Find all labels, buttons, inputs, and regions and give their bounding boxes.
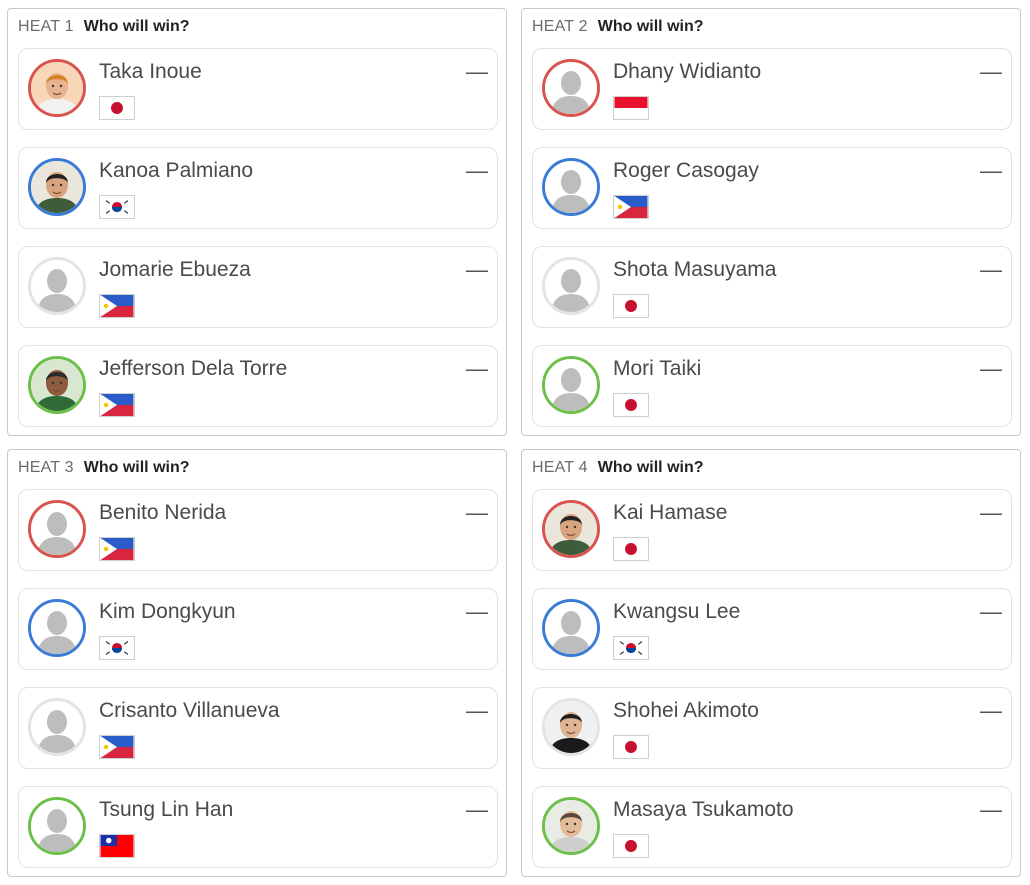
surfer-card[interactable]: Jefferson Dela Torre — [18,345,498,427]
surfer-name: Shota Masuyama [613,258,777,281]
heat-panel-3: HEAT 3 Who will win? Benito Nerida — Kim Don… [7,449,507,877]
heat-header: HEAT 2 Who will win? [532,18,704,36]
surfer-name: Kim Dongkyun [99,600,236,623]
prediction-score: — [466,356,488,381]
surfer-card[interactable]: Shohei Akimoto — [532,687,1012,769]
surfer-card[interactable]: Dhany Widianto — [532,48,1012,130]
surfer-card[interactable]: Taka Inoue — [18,48,498,130]
surfer-name: Benito Nerida [99,501,227,524]
prediction-score: — [980,500,1002,525]
surfer-card[interactable]: Kanoa Palmiano — [18,147,498,229]
philippines-flag-icon [99,393,135,417]
surfer-avatar [28,500,86,558]
surfer-name: Jefferson Dela Torre [99,357,288,380]
philippines-flag-icon [99,735,135,759]
prediction-score: — [466,158,488,183]
surfer-avatar [542,797,600,855]
surfer-card[interactable]: Kai Hamase — [532,489,1012,571]
surfer-avatar [542,59,600,117]
japan-flag-icon [613,294,649,318]
japan-flag-icon [613,537,649,561]
surfer-avatar [542,356,600,414]
prediction-score: — [980,59,1002,84]
surfer-name: Jomarie Ebueza [99,258,251,281]
prediction-score: — [980,257,1002,282]
surfer-name: Taka Inoue [99,60,202,83]
surfer-name: Tsung Lin Han [99,798,234,821]
surfer-avatar [542,698,600,756]
japan-flag-icon [613,834,649,858]
surfer-avatar [28,158,86,216]
heat-panel-2: HEAT 2 Who will win? Dhany Widianto — Roger … [521,8,1021,436]
korea-flag-icon [99,195,135,219]
prediction-score: — [980,356,1002,381]
korea-flag-icon [99,636,135,660]
surfer-avatar [28,257,86,315]
surfer-avatar [28,698,86,756]
prediction-score: — [466,797,488,822]
prediction-score: — [980,797,1002,822]
surfer-avatar [28,599,86,657]
surfer-avatar [542,257,600,315]
philippines-flag-icon [99,294,135,318]
surfer-name: Kanoa Palmiano [99,159,254,182]
surfer-card[interactable]: Kwangsu Lee — [532,588,1012,670]
heat-question: Who will win? [597,459,704,476]
heat-label: HEAT 3 [18,459,74,476]
heat-label: HEAT 4 [532,459,588,476]
heat-question: Who will win? [83,18,190,35]
prediction-score: — [466,257,488,282]
heat-question: Who will win? [597,18,704,35]
surfer-name: Crisanto Villanueva [99,699,280,722]
surfer-card[interactable]: Masaya Tsukamoto — [532,786,1012,868]
prediction-score: — [466,698,488,723]
surfer-avatar [542,500,600,558]
surfer-card[interactable]: Mori Taiki — [532,345,1012,427]
japan-flag-icon [613,735,649,759]
heat-header: HEAT 3 Who will win? [18,459,190,477]
surfer-avatar [28,797,86,855]
philippines-flag-icon [99,537,135,561]
surfer-avatar [28,59,86,117]
heat-question: Who will win? [83,459,190,476]
surfer-name: Roger Casogay [613,159,759,182]
korea-flag-icon [613,636,649,660]
taiwan-flag-icon [99,834,135,858]
japan-flag-icon [613,393,649,417]
heat-panel-1: HEAT 1 Who will win? Taka Inoue — Kanoa Palm… [7,8,507,436]
prediction-score: — [980,599,1002,624]
japan-flag-icon [99,96,135,120]
surfer-avatar [542,599,600,657]
surfer-avatar [28,356,86,414]
surfer-name: Dhany Widianto [613,60,762,83]
surfer-name: Masaya Tsukamoto [613,798,794,821]
surfer-card[interactable]: Kim Dongkyun — [18,588,498,670]
indonesia-flag-icon [613,96,649,120]
surfer-name: Kai Hamase [613,501,728,524]
surfer-card[interactable]: Tsung Lin Han — [18,786,498,868]
surfer-card[interactable]: Roger Casogay — [532,147,1012,229]
philippines-flag-icon [613,195,649,219]
surfer-card[interactable]: Crisanto Villanueva — [18,687,498,769]
surfer-name: Mori Taiki [613,357,702,380]
surfer-avatar [542,158,600,216]
heat-header: HEAT 4 Who will win? [532,459,704,477]
heat-panel-4: HEAT 4 Who will win? Kai Hamase — Kwangsu Le… [521,449,1021,877]
heat-header: HEAT 1 Who will win? [18,18,190,36]
surfer-card[interactable]: Benito Nerida — [18,489,498,571]
prediction-score: — [980,698,1002,723]
surfer-name: Shohei Akimoto [613,699,759,722]
prediction-score: — [466,599,488,624]
heat-label: HEAT 2 [532,18,588,35]
surfer-card[interactable]: Jomarie Ebueza — [18,246,498,328]
prediction-score: — [980,158,1002,183]
surfer-card[interactable]: Shota Masuyama — [532,246,1012,328]
heat-label: HEAT 1 [18,18,74,35]
prediction-score: — [466,59,488,84]
prediction-score: — [466,500,488,525]
surfer-name: Kwangsu Lee [613,600,741,623]
